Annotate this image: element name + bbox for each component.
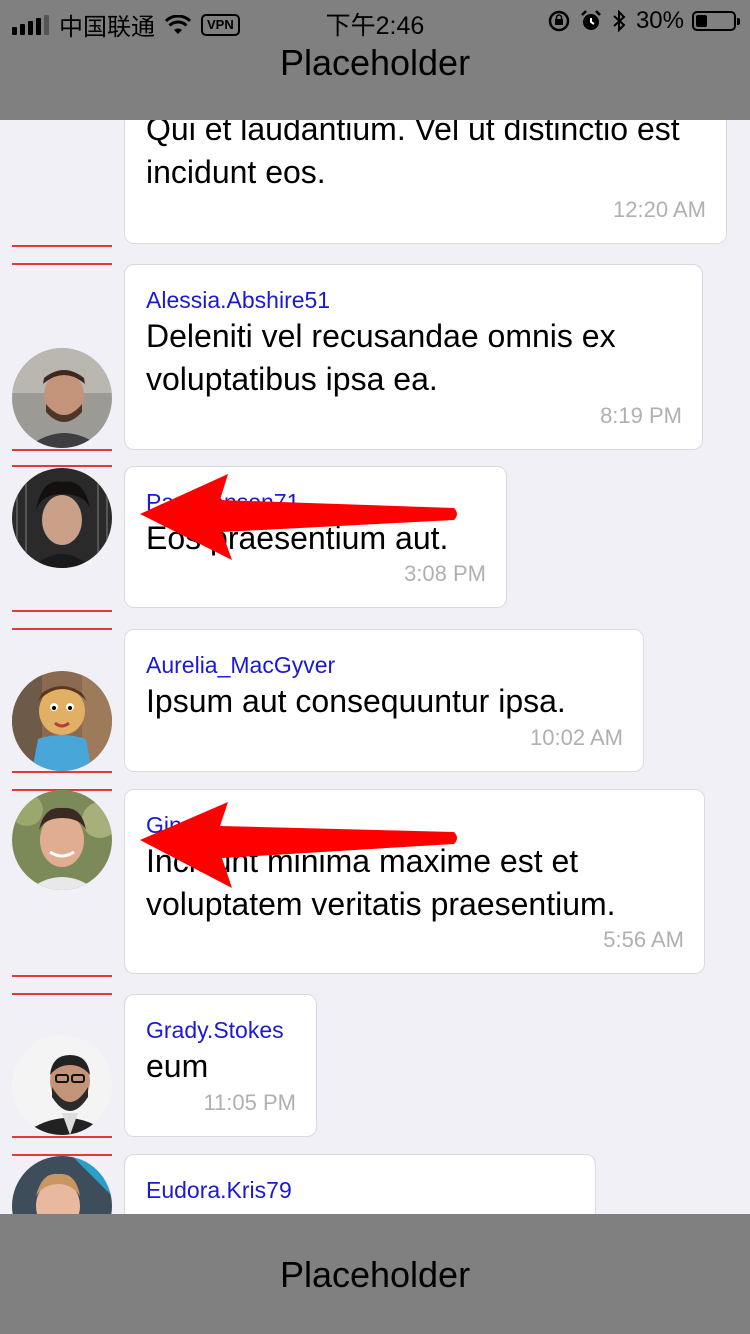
- message-bubble[interactable]: Aurelia_MacGyver Ipsum aut consequuntur …: [124, 629, 644, 772]
- message-bubble[interactable]: Alessia.Abshire51 Deleniti vel recusanda…: [124, 264, 703, 450]
- battery-icon: [692, 11, 740, 31]
- message-time: 12:20 AM: [613, 197, 706, 222]
- message-text: Ipsum aut consequuntur ipsa.: [146, 683, 566, 719]
- annotation-arrow-icon: [140, 802, 457, 888]
- status-bar: 中国联通 VPN 下午2:46 30%: [0, 0, 750, 41]
- message-bubble[interactable]: Eudora.Kris79: [124, 1154, 596, 1214]
- bluetooth-icon: [612, 10, 626, 32]
- message-time: 10:02 AM: [530, 725, 623, 750]
- divider-line: [12, 975, 112, 977]
- battery-fill: [696, 15, 707, 27]
- divider-line: [12, 245, 112, 247]
- divider-line: [12, 771, 112, 773]
- annotation-arrow-icon: [140, 474, 457, 560]
- message-time: 11:05 PM: [203, 1090, 296, 1115]
- message-text: eum: [146, 1048, 209, 1084]
- message-time: 8:19 PM: [600, 403, 682, 428]
- divider-line: [12, 610, 112, 612]
- divider-line: [12, 263, 112, 265]
- avatar[interactable]: [12, 1035, 112, 1135]
- divider-line: [12, 449, 112, 451]
- message-list[interactable]: Qui et laudantium. Vel ut distinctio est…: [0, 120, 750, 1214]
- divider-line: [12, 628, 112, 630]
- bottom-bar: Placeholder: [0, 1214, 750, 1334]
- message-username[interactable]: Eudora.Kris79: [146, 1175, 574, 1205]
- avatar[interactable]: [12, 790, 112, 890]
- message-bubble[interactable]: Grady.Stokes eum 11:05 PM: [124, 994, 317, 1137]
- message-bubble[interactable]: Qui et laudantium. Vel ut distinctio est…: [124, 120, 727, 244]
- message-username[interactable]: Aurelia_MacGyver: [146, 650, 622, 680]
- avatar[interactable]: [12, 671, 112, 771]
- avatar[interactable]: [12, 348, 112, 448]
- message-username[interactable]: Grady.Stokes: [146, 1015, 295, 1045]
- status-right: 30%: [538, 7, 740, 35]
- nav-header: 中国联通 VPN 下午2:46 30% Placeholder: [0, 0, 750, 120]
- avatar[interactable]: [12, 1156, 112, 1214]
- message-text: Deleniti vel recusandae omnis ex volupta…: [146, 318, 616, 397]
- battery-percent: 30%: [635, 7, 684, 34]
- divider-line: [12, 1136, 112, 1138]
- message-time: 5:56 AM: [603, 927, 684, 952]
- page-title: Placeholder: [279, 42, 471, 83]
- rotation-lock-icon: [548, 10, 570, 32]
- message-text: Qui et laudantium. Vel ut distinctio est…: [146, 120, 680, 190]
- alarm-icon: [580, 10, 602, 32]
- divider-line: [12, 993, 112, 995]
- footer-title: Placeholder: [279, 1254, 471, 1295]
- divider-line: [12, 465, 112, 467]
- avatar[interactable]: [12, 468, 112, 568]
- message-username[interactable]: Alessia.Abshire51: [146, 285, 681, 315]
